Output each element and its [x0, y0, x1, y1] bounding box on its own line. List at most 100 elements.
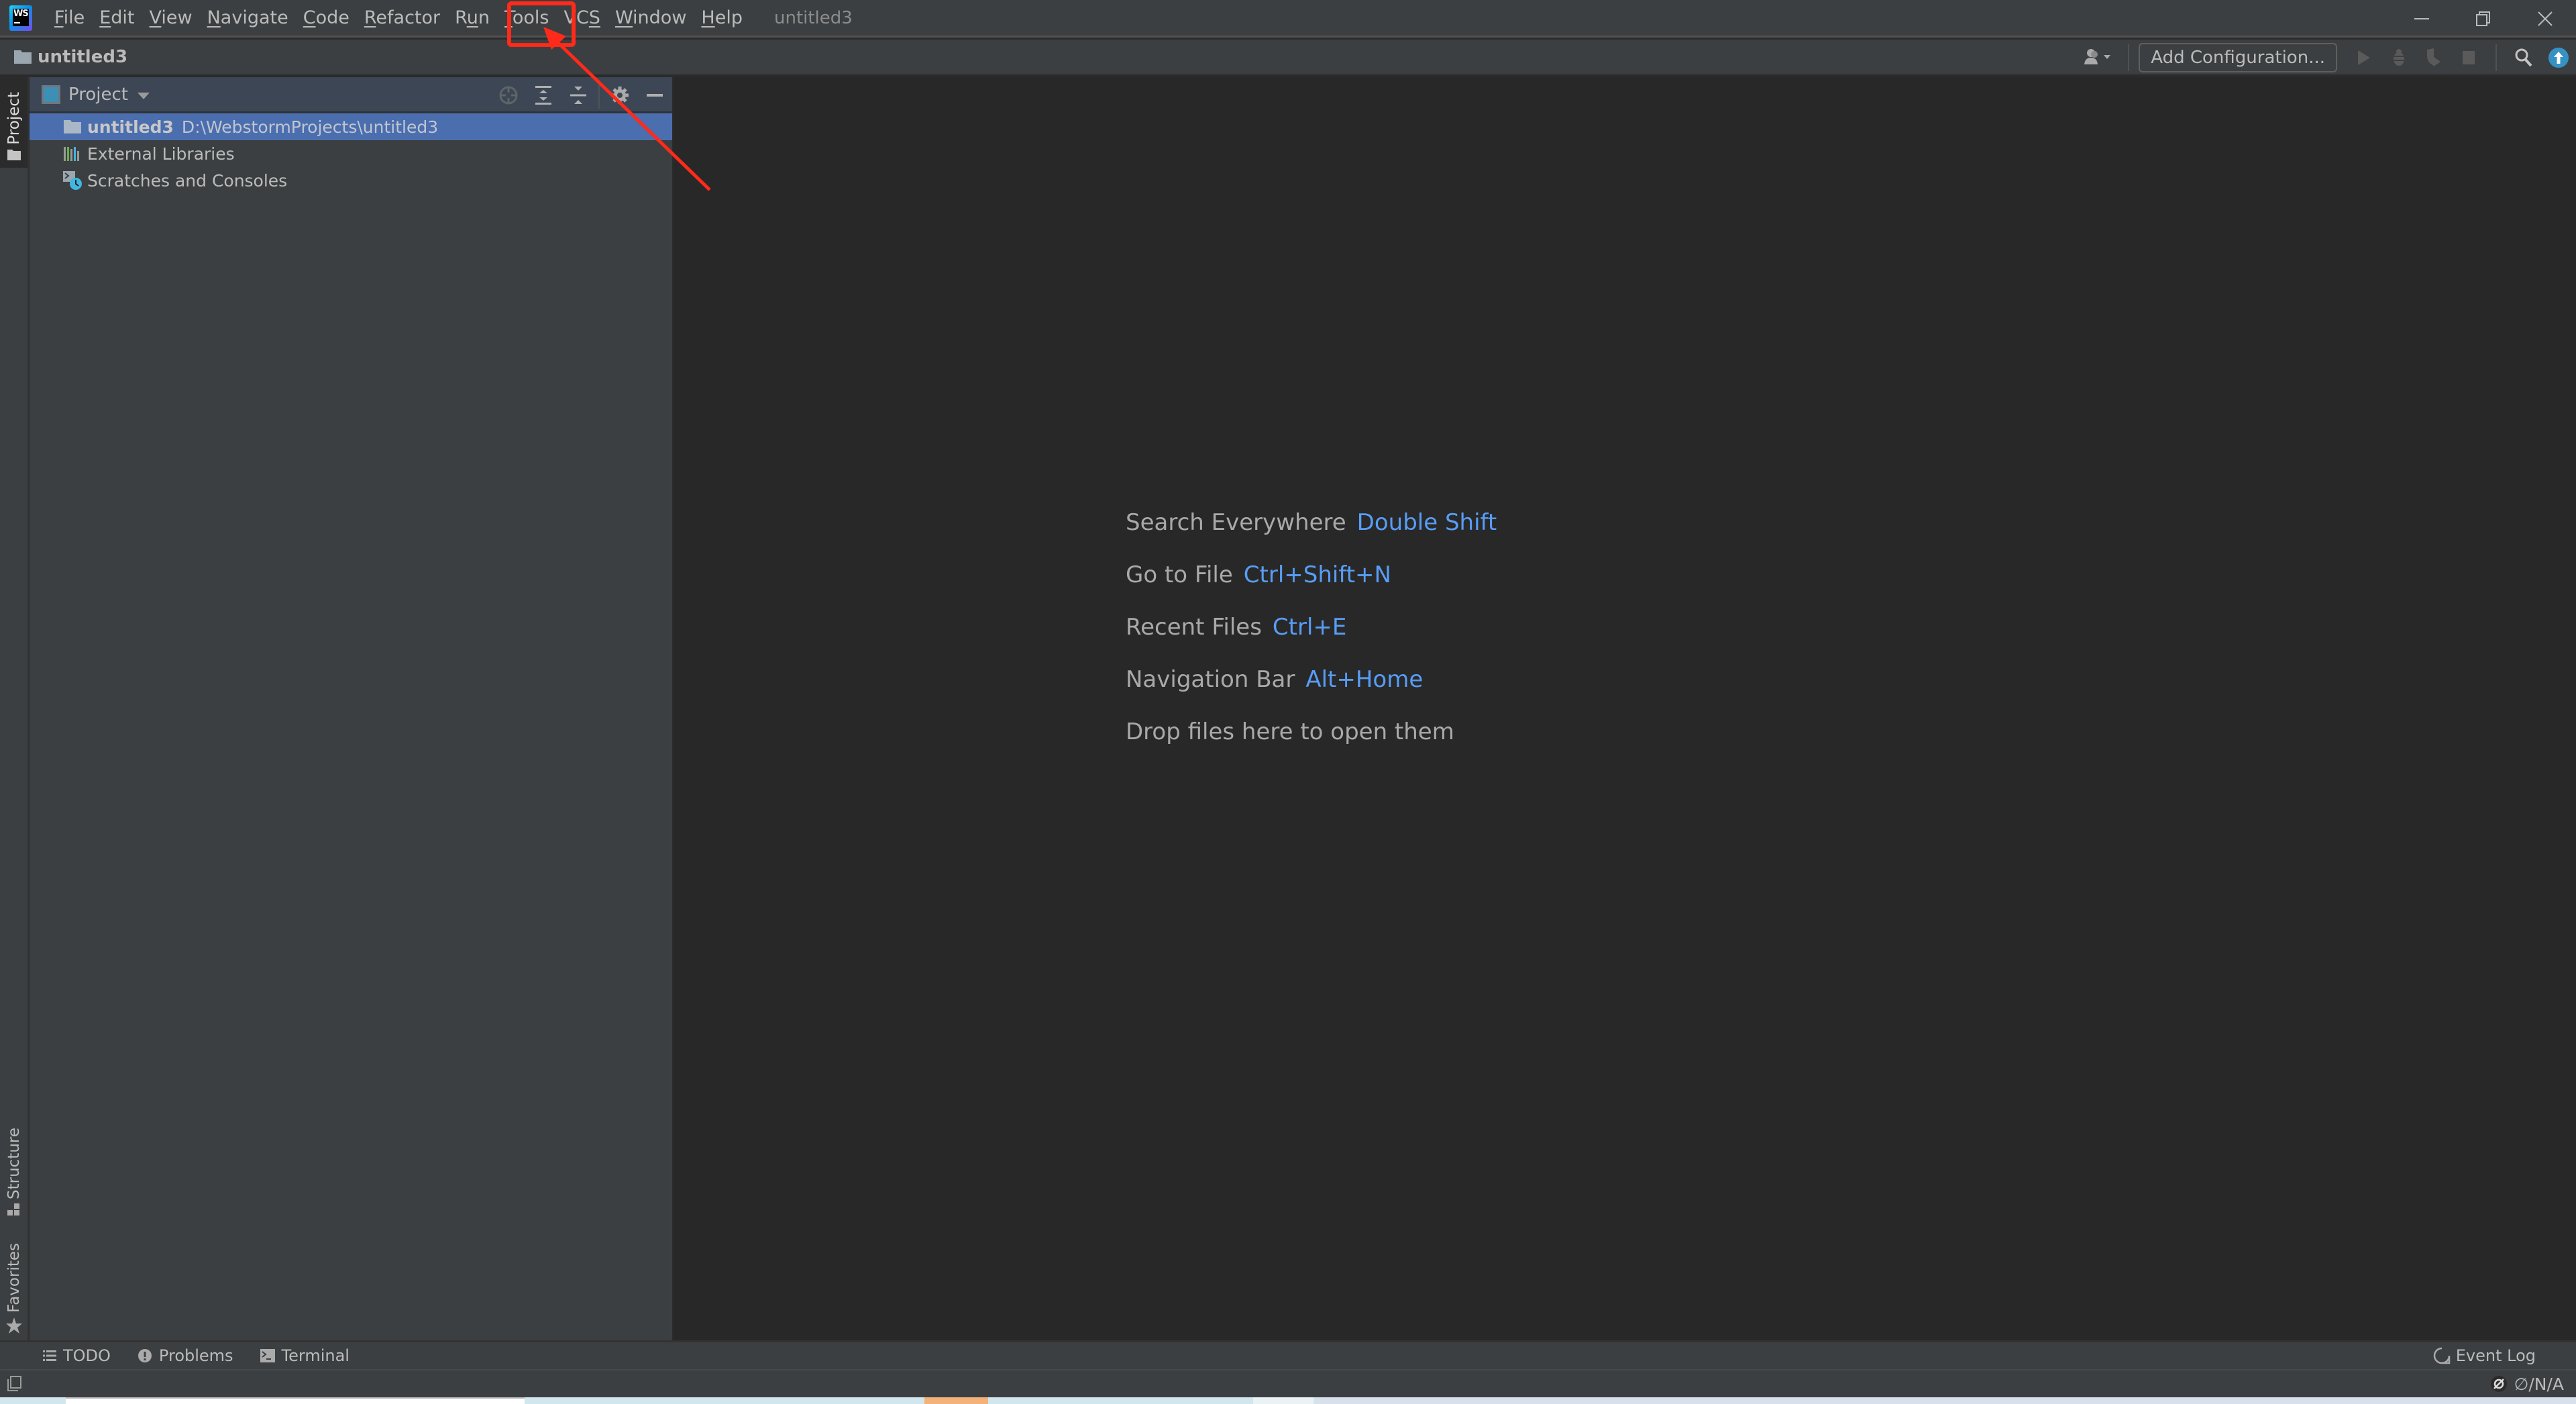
hide-panel-button[interactable] [637, 77, 672, 113]
stop-icon [2463, 51, 2475, 64]
tree-item-project-root[interactable]: untitled3 D:\WebstormProjects\untitled3 [30, 113, 672, 140]
gear-icon [611, 87, 629, 104]
hint-navigation-bar: Navigation Bar Alt+Home [1126, 653, 1497, 706]
editor-empty-hints: Search Everywhere Double Shift Go to File… [1126, 496, 1497, 758]
locate-button[interactable] [491, 77, 526, 113]
hint-text: Search Everywhere [1126, 509, 1346, 536]
search-icon [2515, 48, 2532, 67]
hint-shortcut: Ctrl+Shift+N [1243, 561, 1391, 588]
menu-navigate[interactable]: Navigate [200, 0, 296, 37]
debug-button[interactable] [2381, 40, 2416, 76]
tree-item-name: External Libraries [87, 144, 235, 164]
bottom-tool-stripe: TODO Problems Terminal Event Log [0, 1340, 2576, 1369]
project-view-icon [42, 85, 60, 104]
stripe-project[interactable]: Project [0, 77, 28, 168]
menu-file[interactable]: File [47, 0, 92, 37]
status-bar: ∅/N/A [0, 1369, 2576, 1397]
project-panel-tools [491, 77, 672, 113]
project-view-selector[interactable]: Project [68, 85, 128, 105]
stop-button[interactable] [2451, 40, 2486, 76]
update-icon [2548, 48, 2569, 68]
navbar-actions: Add Configuration... [2078, 40, 2576, 76]
left-tool-stripe: Project Structure Favorites [0, 77, 29, 1340]
hint-search-everywhere: Search Everywhere Double Shift [1126, 496, 1497, 549]
hint-recent-files: Recent Files Ctrl+E [1126, 601, 1497, 653]
restore-button[interactable] [2453, 0, 2514, 38]
folder-icon [7, 150, 21, 160]
problems-icon [138, 1349, 152, 1362]
settings-button[interactable] [602, 77, 637, 113]
event-log-label: Event Log [2455, 1346, 2536, 1365]
vcs-status-text: ∅/N/A [2514, 1374, 2564, 1394]
vcs-user-button[interactable] [2078, 40, 2118, 76]
stripe-structure[interactable]: Structure [0, 1117, 28, 1221]
menu-run[interactable]: Run [447, 0, 497, 37]
project-tree: untitled3 D:\WebstormProjects\untitled3 … [30, 113, 672, 194]
collapse-all-button[interactable] [561, 77, 596, 113]
search-everywhere-button[interactable] [2506, 40, 2541, 76]
menu-view[interactable]: View [142, 0, 200, 37]
tool-problems[interactable]: Problems [131, 1342, 240, 1369]
tool-terminal[interactable]: Terminal [254, 1342, 356, 1369]
editor-area[interactable]: Search Everywhere Double Shift Go to File… [674, 77, 2576, 1340]
stripe-favorites[interactable]: Favorites [0, 1231, 28, 1338]
separator [2496, 44, 2497, 71]
stripe-structure-label: Structure [5, 1128, 23, 1199]
folder-icon [14, 50, 32, 64]
coverage-button[interactable] [2416, 40, 2451, 76]
menu-help[interactable]: Help [694, 0, 750, 37]
vcs-status-widget[interactable]: ∅/N/A [2490, 1370, 2564, 1397]
hint-shortcut: Double Shift [1356, 509, 1497, 536]
separator [598, 82, 600, 109]
event-log-icon [2433, 1347, 2450, 1364]
user-icon [2084, 49, 2111, 64]
star-icon [5, 1317, 22, 1334]
run-button[interactable] [2347, 40, 2381, 76]
project-panel-header: Project [30, 77, 672, 113]
tree-item-scratches[interactable]: Scratches and Consoles [30, 167, 672, 194]
locate-icon [499, 86, 518, 105]
background-window [66, 1397, 525, 1404]
tree-item-path: D:\WebstormProjects\untitled3 [181, 117, 439, 137]
tree-item-name: Scratches and Consoles [87, 170, 288, 191]
menu-code[interactable]: Code [296, 0, 357, 37]
coverage-icon [2427, 48, 2440, 66]
hint-text: Recent Files [1126, 614, 1262, 641]
background-window [924, 1397, 988, 1404]
logo-text: WS [13, 8, 29, 19]
run-icon [2358, 50, 2370, 65]
hint-text: Drop files here to open them [1126, 718, 1454, 745]
close-button[interactable] [2514, 0, 2576, 38]
update-button[interactable] [2541, 40, 2576, 76]
separator [2128, 44, 2130, 71]
structure-icon [7, 1203, 19, 1216]
toggle-tool-windows-button[interactable] [7, 1376, 21, 1392]
hint-text: Go to File [1126, 561, 1233, 588]
tool-todo-label: TODO [63, 1346, 111, 1365]
tool-event-log[interactable]: Event Log [2433, 1342, 2536, 1369]
expand-all-button[interactable] [526, 77, 561, 113]
list-icon [43, 1350, 56, 1361]
chevron-down-icon[interactable] [137, 92, 150, 99]
tree-item-external-libraries[interactable]: External Libraries [30, 140, 672, 167]
add-configuration-button[interactable]: Add Configuration... [2139, 43, 2337, 72]
menu-bar: WS File Edit View Navigate Code Refactor… [0, 0, 2576, 38]
breadcrumb[interactable]: untitled3 [13, 47, 127, 67]
webstorm-logo-icon: WS [9, 5, 32, 31]
debug-icon [2391, 49, 2407, 66]
collapse-all-icon [570, 87, 586, 104]
tool-todo[interactable]: TODO [36, 1342, 117, 1369]
window-title: untitled3 [773, 7, 853, 28]
close-icon [2538, 11, 2553, 26]
menu-edit[interactable]: Edit [92, 0, 142, 37]
tool-windows-icon [7, 1376, 21, 1391]
stripe-favorites-label: Favorites [5, 1243, 23, 1313]
menu-refactor[interactable]: Refactor [357, 0, 447, 37]
hint-drop-files: Drop files here to open them [1126, 706, 1497, 758]
menu-window[interactable]: Window [608, 0, 694, 37]
window-controls [2391, 0, 2576, 38]
hint-shortcut: Alt+Home [1305, 666, 1424, 693]
minimize-button[interactable] [2391, 0, 2453, 38]
libraries-icon [64, 147, 79, 161]
stripe-project-label: Project [5, 92, 23, 145]
